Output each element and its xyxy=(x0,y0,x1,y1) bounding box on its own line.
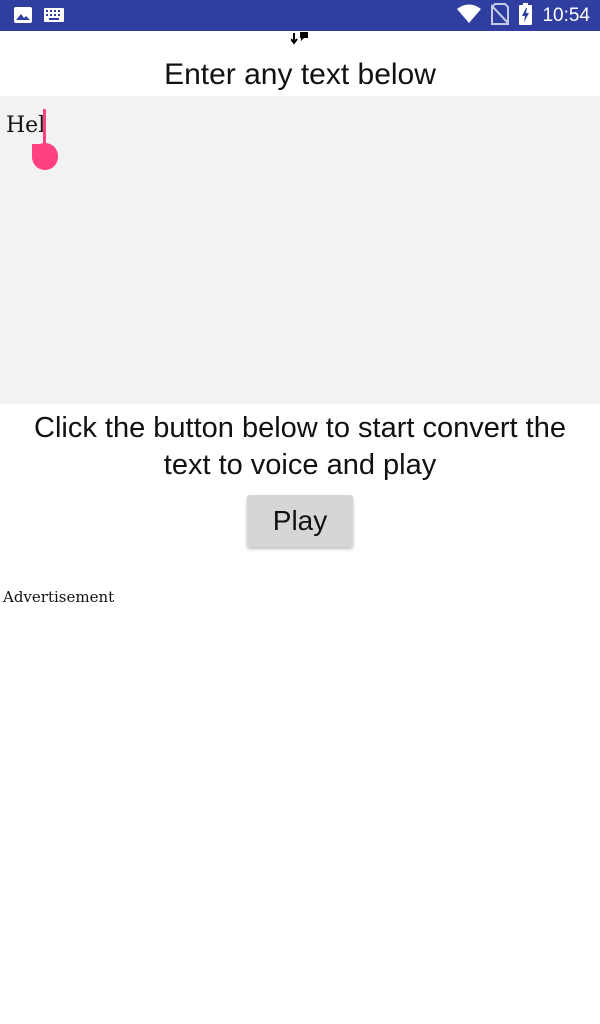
no-sim-icon xyxy=(490,2,511,30)
keyboard-icon xyxy=(44,8,64,27)
advertisement-label: Advertisement xyxy=(3,588,115,606)
image-icon xyxy=(14,7,32,28)
clock: 10:54 xyxy=(542,5,590,26)
text-input-value[interactable]: Hel xyxy=(6,112,45,140)
battery-charging-icon xyxy=(519,2,533,30)
text-to-speech-icon xyxy=(290,32,309,48)
text-cursor xyxy=(43,109,46,141)
play-button[interactable]: Play xyxy=(247,495,353,547)
instruction-text: Click the button below to start convert … xyxy=(34,412,566,481)
status-bar: 10:54 xyxy=(0,0,600,31)
text-input-area[interactable] xyxy=(0,96,600,404)
wifi-icon xyxy=(457,4,482,29)
page-title: Enter any text below xyxy=(164,58,436,91)
cursor-handle[interactable] xyxy=(31,140,59,170)
